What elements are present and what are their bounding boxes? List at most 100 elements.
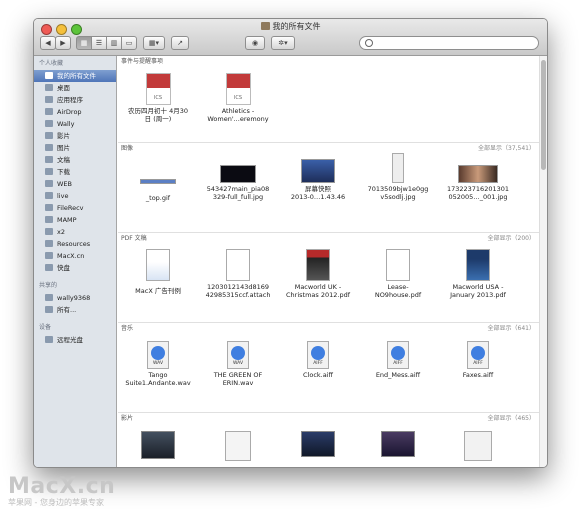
folder-icon — [45, 180, 53, 187]
sidebar-item-wally[interactable]: Wally — [34, 118, 116, 130]
home-icon — [45, 120, 53, 127]
sidebar-header-devices: 设备 — [39, 324, 52, 331]
file-item[interactable]: WAV THE GREEN OF ERIN.wav — [200, 341, 276, 387]
sidebar-item-desktop[interactable]: 桌面 — [34, 82, 116, 94]
folder-icon — [45, 192, 53, 199]
section-items: ICS 农历四月初十 4月30 日 (周一) ICS Athletics - Wom… — [118, 67, 539, 147]
sidebar-header-shared: 共享的 — [39, 282, 58, 289]
file-name: Clock.aiff — [303, 371, 333, 379]
quick-look-button[interactable]: ◉ — [245, 36, 265, 50]
file-name: 543427main_pia08 329-full_full.jpg — [206, 185, 270, 201]
file-item[interactable]: ICS Athletics - Women'...eremony — [200, 73, 276, 123]
computer-icon — [45, 294, 53, 301]
file-item[interactable]: WAV Tango Suite1.Andante.wav — [120, 341, 196, 387]
sidebar-item-documents[interactable]: 文稿 — [34, 154, 116, 166]
section-events: 事件与提醒事项 ICS 农历四月初十 4月30 日 (周一) ICS Athlet… — [118, 56, 539, 147]
title-bar: 我的所有文件 ◀ ▶ ▦ ☰ ▥ ▭ ▦▾ ↗ ◉ ✲▾ — [34, 19, 547, 56]
file-item[interactable]: 173223716201301 052005…_001.jpg — [440, 165, 516, 201]
vertical-scrollbar[interactable] — [539, 56, 547, 467]
sidebar-item-kuaipan[interactable]: 快盘 — [34, 262, 116, 274]
file-name: Macworld UK - Christmas 2012.pdf — [286, 283, 350, 299]
watermark: MacX.cn 苹果网 - 您身边的苹果专家 — [8, 474, 115, 508]
scrollbar-thumb[interactable] — [541, 60, 546, 170]
sidebar-item-movies[interactable]: 影片 — [34, 130, 116, 142]
file-item[interactable] — [200, 431, 276, 461]
file-item[interactable] — [120, 431, 196, 459]
section-header: 音乐 全部显示（641） — [118, 322, 539, 333]
sidebar-item-mamp[interactable]: MAMP — [34, 214, 116, 226]
sidebar-header-favorites: 个人收藏 — [39, 60, 64, 67]
file-name: End_Mess.aiff — [375, 371, 421, 379]
icon-view-button[interactable]: ▦ — [76, 36, 92, 50]
audio-file-icon: WAV — [147, 341, 169, 369]
finder-window: 我的所有文件 ◀ ▶ ▦ ☰ ▥ ▭ ▦▾ ↗ ◉ ✲▾ 个人收藏 我的所有文件… — [33, 18, 548, 468]
folder-icon — [45, 240, 53, 247]
movie-thumbnail — [301, 431, 335, 457]
search-icon — [365, 39, 373, 47]
sidebar-item-filerecv[interactable]: FileRecv — [34, 202, 116, 214]
sidebar-item-all-files[interactable]: 我的所有文件 — [34, 70, 116, 82]
sidebar-item-pictures[interactable]: 图片 — [34, 142, 116, 154]
action-button[interactable]: ✲▾ — [271, 36, 295, 50]
back-button[interactable]: ◀ — [40, 36, 56, 50]
section-items: WAV Tango Suite1.Andante.wav WAV THE GREE… — [118, 333, 539, 413]
list-view-button[interactable]: ☰ — [91, 36, 107, 50]
file-item[interactable] — [440, 431, 516, 461]
file-item[interactable]: 屏幕快照 2013-0…1.43.46 — [280, 159, 356, 201]
section-items — [118, 423, 539, 467]
airdrop-icon — [45, 108, 53, 115]
sidebar-item-airdrop[interactable]: AirDrop — [34, 106, 116, 118]
file-name: 1203012143d8169 42985315ccf.attach — [205, 283, 271, 299]
audio-file-icon: WAV — [227, 341, 249, 369]
movies-icon — [45, 132, 53, 139]
sidebar-item-applications[interactable]: 应用程序 — [34, 94, 116, 106]
arrange-button[interactable]: ▦▾ — [143, 36, 165, 50]
image-thumbnail — [140, 179, 176, 184]
file-item[interactable] — [280, 431, 356, 457]
section-header: 影片 全部显示（465） — [118, 412, 539, 423]
file-item[interactable]: _top.gif — [120, 179, 196, 202]
file-item[interactable]: Macworld UK - Christmas 2012.pdf — [280, 249, 356, 299]
file-name: Tango Suite1.Andante.wav — [125, 371, 191, 387]
sidebar-item-downloads[interactable]: 下载 — [34, 166, 116, 178]
file-item[interactable]: AIFF End_Mess.aiff — [360, 341, 436, 379]
file-item[interactable]: 1203012143d8169 42985315ccf.attach — [200, 249, 276, 299]
sidebar-item-macx[interactable]: MacX.cn — [34, 250, 116, 262]
file-item[interactable]: 543427main_pia08 329-full_full.jpg — [200, 165, 276, 201]
file-name: MacX 广告刊例 — [135, 287, 181, 295]
file-item[interactable]: Lease- NO9house.pdf — [360, 249, 436, 299]
file-item[interactable]: AIFF Clock.aiff — [280, 341, 356, 379]
folder-icon — [45, 264, 53, 271]
file-item[interactable]: MacX 广告刊例 — [120, 249, 196, 295]
sidebar-item-wally9368[interactable]: wally9368 — [34, 292, 116, 304]
file-item[interactable]: ICS 农历四月初十 4月30 日 (周一) — [120, 73, 196, 123]
file-item[interactable] — [360, 431, 436, 457]
sidebar-item-x2[interactable]: x2 — [34, 226, 116, 238]
sidebar-item-resources[interactable]: Resources — [34, 238, 116, 250]
search-field[interactable] — [359, 36, 539, 50]
window-title: 我的所有文件 — [34, 21, 547, 32]
file-item[interactable]: 7013509bjw1e0gg v5sodlj.jpg — [360, 153, 436, 201]
downloads-icon — [45, 168, 53, 175]
sidebar-item-web[interactable]: WEB — [34, 178, 116, 190]
desktop-icon — [45, 84, 53, 91]
section-items: MacX 广告刊例 1203012143d8169 42985315ccf.att… — [118, 243, 539, 323]
column-view-button[interactable]: ▥ — [106, 36, 122, 50]
cover-flow-button[interactable]: ▭ — [121, 36, 137, 50]
audio-file-icon: AIFF — [387, 341, 409, 369]
sidebar-item-remote-disc[interactable]: 远程光盘 — [34, 334, 116, 346]
sidebar-item-live[interactable]: live — [34, 190, 116, 202]
movie-thumbnail — [464, 431, 492, 461]
file-name: Athletics - Women'...eremony — [207, 107, 269, 123]
share-button[interactable]: ↗ — [171, 36, 189, 50]
section-header: 事件与提醒事项 — [118, 56, 539, 67]
pdf-thumbnail — [306, 249, 330, 281]
file-item[interactable]: AIFF Faxes.aiff — [440, 341, 516, 379]
forward-button[interactable]: ▶ — [55, 36, 71, 50]
watermark-logo: MacX.cn — [8, 474, 116, 499]
file-item[interactable]: Macworld USA - January 2013.pdf — [440, 249, 516, 299]
file-name: 屏幕快照 2013-0…1.43.46 — [290, 185, 346, 201]
image-thumbnail — [220, 165, 256, 183]
sidebar-item-all-shared[interactable]: 所有... — [34, 304, 116, 316]
documents-icon — [45, 156, 53, 163]
